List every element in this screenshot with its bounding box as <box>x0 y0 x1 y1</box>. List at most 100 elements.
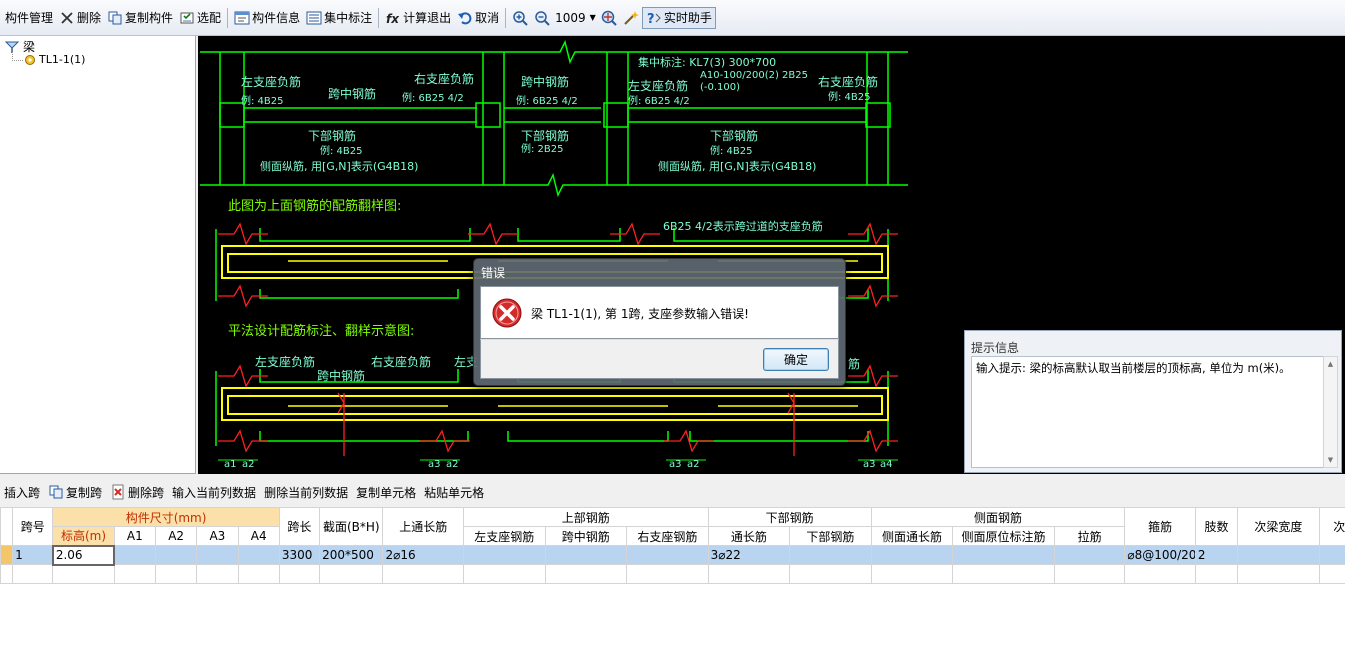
cell-empty[interactable] <box>1194 564 1239 584</box>
cell-a3[interactable] <box>196 545 239 565</box>
col-group-side-rebar[interactable]: 侧面钢筋 <box>870 507 1126 527</box>
col-side-support[interactable]: 侧面原位标注筋 <box>952 526 1055 546</box>
zoom-level-select[interactable]: 1009 ▼ <box>553 8 598 28</box>
cell-span-length[interactable]: 3300 <box>278 545 321 565</box>
select-config-button[interactable]: 选配 <box>176 6 224 30</box>
cell-empty[interactable] <box>237 564 280 584</box>
cell-top-through[interactable]: 2⌀16 <box>382 545 464 565</box>
col-top-through[interactable]: 上通长筋 <box>382 507 464 546</box>
magic-wand-button[interactable] <box>620 6 642 30</box>
copy-component-button[interactable]: 复制构件 <box>104 6 176 30</box>
cell-empty[interactable] <box>52 564 115 584</box>
cell-a2[interactable] <box>154 545 198 565</box>
cell-top-left-support[interactable] <box>462 545 546 565</box>
col-more[interactable]: 次 <box>1318 507 1345 546</box>
cell-empty[interactable] <box>154 564 198 584</box>
cell-empty[interactable] <box>789 564 872 584</box>
cancel-button[interactable]: 取消 <box>454 6 502 30</box>
col-stirrup[interactable]: 箍筋 <box>1124 507 1196 546</box>
hint-scrollbar[interactable]: ▲ ▼ <box>1323 356 1338 468</box>
cell-empty[interactable] <box>113 564 156 584</box>
cell-span-no[interactable]: 1 <box>12 545 54 565</box>
cell-elevation[interactable]: 2.06 <box>51 544 116 566</box>
cell-more[interactable] <box>1318 545 1345 565</box>
col-legs[interactable]: 肢数 <box>1194 507 1239 546</box>
copy-span-button[interactable]: 复制跨 <box>44 480 106 504</box>
component-manage-button[interactable]: 构件管理 <box>2 6 56 30</box>
paste-cell-button[interactable]: 粘贴单元格 <box>420 480 488 504</box>
calc-exit-button[interactable]: fx 计算退出 <box>382 6 454 30</box>
insert-span-button[interactable]: 插入跨 <box>0 480 44 504</box>
col-top-right-support[interactable]: 右支座钢筋 <box>626 526 709 546</box>
col-a3[interactable]: A3 <box>196 526 239 546</box>
cell-empty[interactable] <box>626 564 709 584</box>
cell-empty[interactable] <box>870 564 954 584</box>
insert-span-label: 插入跨 <box>4 485 41 500</box>
col-group-dims[interactable]: 构件尺寸(mm) <box>52 507 280 527</box>
cell-a4[interactable] <box>237 545 280 565</box>
cell-stirrup[interactable]: ⌀8@100/20 <box>1124 545 1196 565</box>
row-header-cell[interactable] <box>0 564 14 584</box>
cell-top-mid[interactable] <box>544 545 628 565</box>
col-a4[interactable]: A4 <box>237 526 280 546</box>
col-elevation[interactable]: 标高(m) <box>52 526 115 546</box>
col-bottom-through[interactable]: 通长筋 <box>707 526 791 546</box>
col-span-length[interactable]: 跨长 <box>278 507 321 546</box>
cell-side-through[interactable] <box>870 545 954 565</box>
component-info-button[interactable]: 构件信息 <box>231 6 303 30</box>
central-annotation-button[interactable]: 集中标注 <box>303 6 375 30</box>
col-group-top-rebar[interactable]: 上部钢筋 <box>462 507 709 527</box>
zoom-fit-button[interactable] <box>598 6 620 30</box>
cell-empty[interactable] <box>462 564 546 584</box>
col-group-bottom-rebar[interactable]: 下部钢筋 <box>707 507 872 527</box>
zoom-in-button[interactable] <box>509 6 531 30</box>
cell-empty[interactable] <box>707 564 791 584</box>
cell-empty[interactable] <box>12 564 54 584</box>
delete-button[interactable]: 删除 <box>56 6 104 30</box>
col-side-through[interactable]: 侧面通长筋 <box>870 526 954 546</box>
cell-a1[interactable] <box>113 545 156 565</box>
cell-empty[interactable] <box>1124 564 1196 584</box>
col-a1[interactable]: A1 <box>113 526 156 546</box>
cell-side-support[interactable] <box>952 545 1055 565</box>
cell-empty[interactable] <box>1318 564 1345 584</box>
tree-node-tl1[interactable]: TL1-1(1) <box>24 53 85 66</box>
ok-button[interactable]: 确定 <box>763 348 829 371</box>
col-sub-beam-width[interactable]: 次梁宽度 <box>1237 507 1320 546</box>
input-column-button[interactable]: 输入当前列数据 <box>168 480 260 504</box>
cell-bottom-rebar[interactable] <box>789 545 872 565</box>
cell-top-right-support[interactable] <box>626 545 709 565</box>
cell-empty[interactable] <box>1053 564 1126 584</box>
table-row[interactable]: 1 2.06 3300 200*500 2⌀16 3⌀22 ⌀8@100/20 … <box>0 544 1345 566</box>
col-section[interactable]: 截面(B*H) <box>319 507 384 546</box>
zoom-level-value: 1009 <box>555 10 586 25</box>
cell-empty[interactable] <box>544 564 628 584</box>
col-top-left-support[interactable]: 左支座钢筋 <box>462 526 546 546</box>
table-row[interactable] <box>0 564 1345 584</box>
zoom-out-button[interactable] <box>531 6 553 30</box>
delete-column-button[interactable]: 删除当前列数据 <box>260 480 352 504</box>
cell-empty[interactable] <box>196 564 239 584</box>
cell-empty[interactable] <box>278 564 321 584</box>
cell-empty[interactable] <box>319 564 384 584</box>
cell-empty[interactable] <box>952 564 1055 584</box>
dialog-body: 梁 TL1-1(1), 第 1跨, 支座参数输入错误! <box>480 286 839 339</box>
cell-sub-beam-width[interactable] <box>1237 545 1320 565</box>
col-span-no[interactable]: 跨号 <box>12 507 54 546</box>
scroll-up-icon[interactable]: ▲ <box>1324 357 1337 371</box>
row-header-cell[interactable] <box>0 545 14 565</box>
cell-empty[interactable] <box>382 564 464 584</box>
col-bottom-rebar[interactable]: 下部钢筋 <box>789 526 872 546</box>
scroll-down-icon[interactable]: ▼ <box>1324 453 1337 467</box>
delete-span-button[interactable]: 删除跨 <box>106 480 168 504</box>
cell-tie[interactable] <box>1053 545 1126 565</box>
cell-bottom-through[interactable]: 3⌀22 <box>707 545 791 565</box>
cell-empty[interactable] <box>1237 564 1320 584</box>
col-a2[interactable]: A2 <box>154 526 198 546</box>
copy-cell-button[interactable]: 复制单元格 <box>352 480 420 504</box>
realtime-assistant-button[interactable]: ? 实时助手 <box>641 6 716 29</box>
cell-legs[interactable]: 2 <box>1194 545 1239 565</box>
col-top-mid[interactable]: 跨中钢筋 <box>544 526 628 546</box>
cell-section[interactable]: 200*500 <box>319 545 384 565</box>
col-tie[interactable]: 拉筋 <box>1053 526 1126 546</box>
